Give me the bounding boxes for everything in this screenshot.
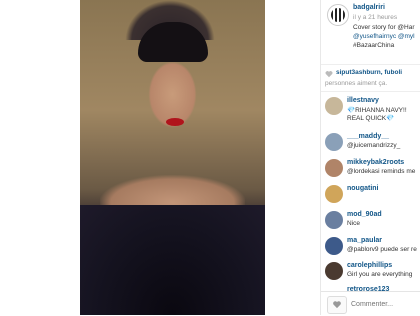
likers-list[interactable]: siput3ashburn, fuboli bbox=[336, 69, 402, 76]
comment-username[interactable]: ___maddy__ bbox=[347, 133, 389, 140]
post-side-panel: badgalriri il y a 21 heures Cover story … bbox=[320, 0, 420, 316]
like-button[interactable] bbox=[327, 296, 347, 314]
likes-suffix: personnes aiment ça. bbox=[325, 80, 388, 87]
avatar[interactable] bbox=[325, 159, 343, 177]
comment-footer bbox=[321, 291, 420, 316]
photo-viewer bbox=[0, 0, 320, 315]
comment-input[interactable] bbox=[349, 296, 420, 312]
post-timestamp: il y a 21 heures bbox=[353, 14, 398, 21]
comment-text[interactable]: @juicemandrizzy_ bbox=[347, 142, 400, 149]
comment-username[interactable]: ma_paular bbox=[347, 237, 382, 244]
avatar[interactable] bbox=[325, 237, 343, 255]
avatar-image bbox=[331, 8, 345, 22]
list-item: mikkeybak2roots @lordekasi reminds me bbox=[321, 157, 420, 181]
post-photo[interactable] bbox=[80, 0, 265, 315]
lips-graphic bbox=[166, 118, 184, 126]
comment-username[interactable]: illestnavy bbox=[347, 97, 379, 104]
caption-line-1: Cover story for @Har bbox=[353, 24, 415, 31]
comment-text: @pablorv9 puede ser re bbox=[347, 246, 417, 253]
avatar[interactable] bbox=[327, 4, 349, 26]
comment-text: Girl you are everything bbox=[347, 271, 413, 278]
avatar[interactable] bbox=[325, 133, 343, 151]
comment-username[interactable]: carolephillips bbox=[347, 262, 392, 269]
avatar[interactable] bbox=[325, 97, 343, 115]
avatar[interactable] bbox=[325, 185, 343, 203]
avatar[interactable] bbox=[325, 262, 343, 280]
list-item: ma_paular @pablorv9 puede ser re bbox=[321, 235, 420, 259]
caption-line-2[interactable]: @yusefhairnyc @myl bbox=[353, 32, 415, 41]
list-item: nougatini bbox=[321, 183, 420, 207]
feathers-graphic bbox=[80, 205, 265, 315]
comment-text: @lordekasi reminds me bbox=[347, 168, 416, 175]
list-item: carolephillips Girl you are everything bbox=[321, 260, 420, 284]
comment-username[interactable]: nougatini bbox=[347, 185, 379, 192]
list-item: mod_90ad Nice bbox=[321, 209, 420, 233]
comment-text: Nice bbox=[347, 220, 361, 227]
list-item: illestnavy 💎RIHANNA NAVY!! REAL QUICK💎 bbox=[321, 95, 420, 129]
post-caption: Cover story for @Har @yusefhairnyc @myl … bbox=[353, 23, 415, 50]
heart-icon bbox=[325, 71, 333, 78]
post-header: badgalriri il y a 21 heures Cover story … bbox=[321, 0, 420, 62]
avatar[interactable] bbox=[325, 211, 343, 229]
caption-line-3: #BazaarChina bbox=[353, 42, 395, 49]
comment-text-line-2: REAL QUICK💎 bbox=[347, 115, 395, 122]
comment-text: 💎RIHANNA NAVY!! bbox=[347, 107, 407, 114]
likes-section: siput3ashburn, fuboli personnes aiment ç… bbox=[321, 64, 420, 92]
list-item: ___maddy__ @juicemandrizzy_ bbox=[321, 131, 420, 155]
heart-icon bbox=[333, 301, 341, 309]
comment-username[interactable]: mod_90ad bbox=[347, 211, 382, 218]
post-username[interactable]: badgalriri bbox=[353, 4, 385, 11]
comment-username[interactable]: mikkeybak2roots bbox=[347, 159, 404, 166]
